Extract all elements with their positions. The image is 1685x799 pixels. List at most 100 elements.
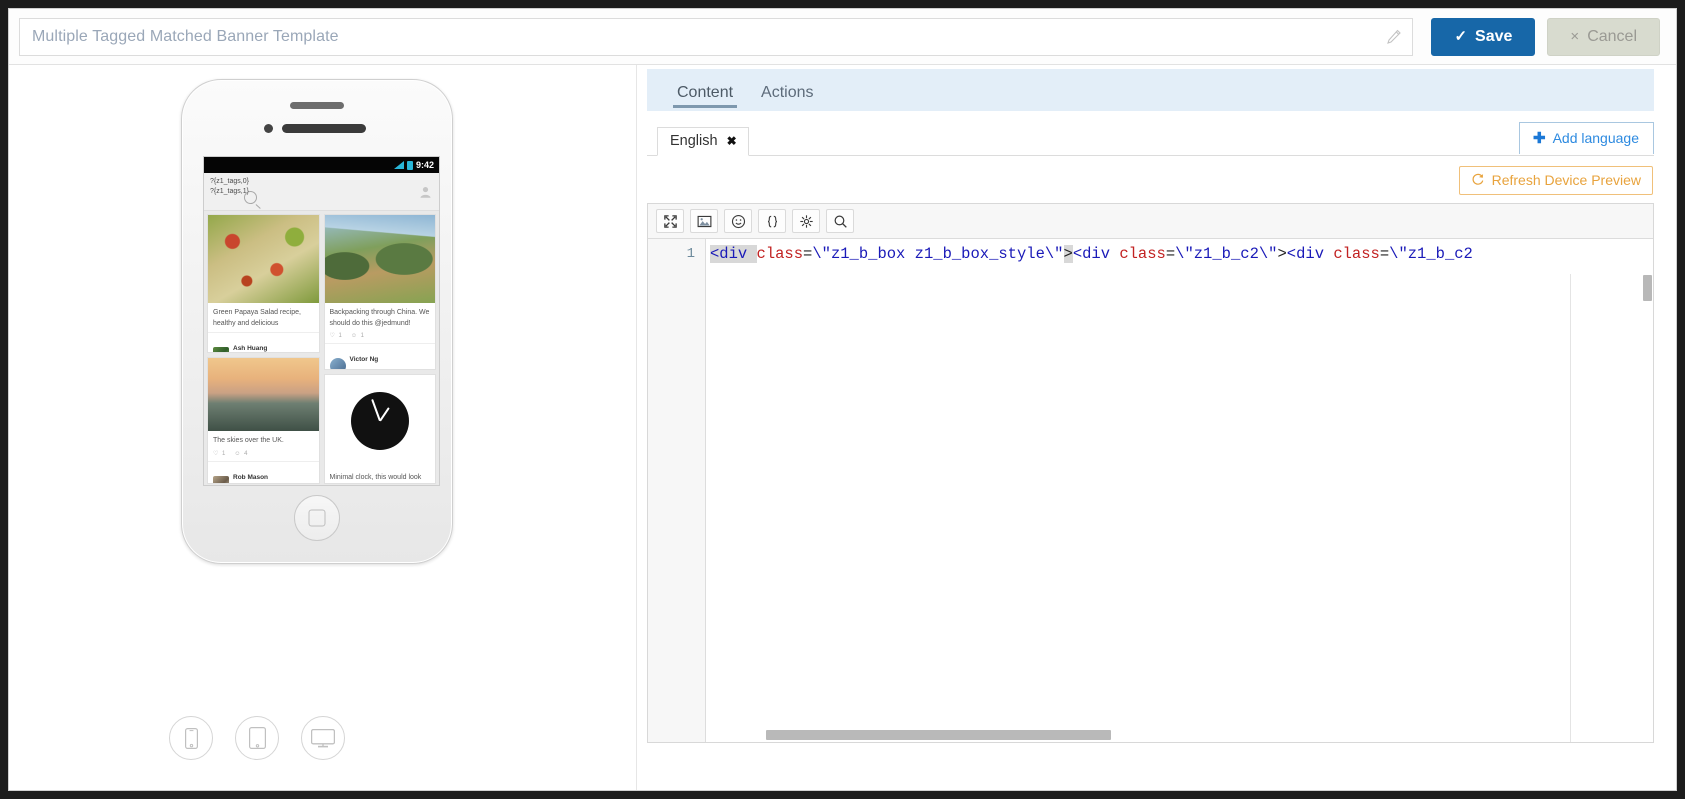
user-name: Ash Huang bbox=[233, 345, 268, 352]
device-toggle-tablet[interactable] bbox=[235, 716, 279, 760]
card-image bbox=[324, 374, 435, 468]
code-token: = bbox=[1379, 245, 1390, 263]
code-token: \"z1_b_box z1_b_box_style\" bbox=[812, 245, 1064, 263]
tab-actions[interactable]: Actions bbox=[747, 84, 827, 111]
insert-emoji-button[interactable] bbox=[724, 209, 752, 233]
tag-line-0: ?{z1_tags,0} bbox=[210, 178, 249, 185]
status-bar: 9:42 bbox=[204, 157, 439, 173]
battery-icon bbox=[406, 160, 413, 170]
code-token: <div bbox=[710, 245, 757, 263]
main-body: 9:42 ?{z1_tags,0} ?{z1_tags,1} Green Pap… bbox=[9, 65, 1676, 790]
user-name: Victor Ng bbox=[349, 356, 379, 363]
status-time: 9:42 bbox=[415, 160, 434, 170]
pencil-icon[interactable] bbox=[1386, 29, 1402, 45]
add-language-button[interactable]: ✚ Add language bbox=[1519, 122, 1654, 154]
card-meta: ♡ 1 ☺ 1 bbox=[329, 333, 366, 339]
line-number-gutter: 1 bbox=[648, 239, 706, 742]
preview-feed: Green Papaya Salad recipe, healthy and d… bbox=[204, 211, 439, 485]
code-token: = bbox=[1165, 245, 1176, 263]
feed-card[interactable]: Backpacking through China. We should do … bbox=[323, 214, 436, 370]
phone-camera-icon bbox=[264, 124, 273, 133]
feed-card[interactable]: The skies over the UK. ♡ 1 ☺ 4 Rob Mason… bbox=[207, 357, 320, 484]
insert-variable-button[interactable] bbox=[758, 209, 786, 233]
code-token: class bbox=[1119, 245, 1166, 263]
refresh-icon bbox=[1471, 172, 1485, 189]
fullscreen-button[interactable] bbox=[656, 209, 684, 233]
close-icon[interactable]: ✖ bbox=[727, 134, 737, 148]
phone-mockup: 9:42 ?{z1_tags,0} ?{z1_tags,1} Green Pap… bbox=[181, 79, 453, 564]
feed-card[interactable]: Minimal clock, this would look great in … bbox=[323, 373, 436, 484]
code-area[interactable]: 1 <div class=\"z1_b_box z1_b_box_style\"… bbox=[648, 239, 1653, 742]
language-tab-row: English ✖ ✚ Add language bbox=[647, 122, 1654, 156]
editor-tabstrip: Content Actions bbox=[647, 69, 1654, 111]
special-button[interactable] bbox=[792, 209, 820, 233]
card-image bbox=[324, 215, 435, 303]
device-preview-pane: 9:42 ?{z1_tags,0} ?{z1_tags,1} Green Pap… bbox=[9, 65, 637, 790]
emoji-icon bbox=[731, 214, 745, 228]
insert-image-button[interactable] bbox=[690, 209, 718, 233]
search-icon bbox=[834, 215, 847, 228]
code-token: = bbox=[803, 245, 813, 263]
save-button[interactable]: ✓ Save bbox=[1431, 17, 1536, 56]
braces-icon bbox=[767, 215, 777, 227]
refresh-device-preview-button[interactable]: Refresh Device Preview bbox=[1458, 165, 1653, 195]
horizontal-scrollbar-thumb[interactable] bbox=[766, 730, 1111, 740]
phone-speaker bbox=[290, 102, 344, 109]
code-token: <div bbox=[1072, 245, 1120, 263]
image-icon bbox=[697, 215, 711, 227]
avatar bbox=[419, 185, 432, 199]
close-icon: × bbox=[1570, 28, 1580, 45]
app-window: Multiple Tagged Matched Banner Template … bbox=[8, 8, 1677, 791]
card-user: Victor Ng All I want to breathe bbox=[324, 343, 435, 369]
template-name-input[interactable]: Multiple Tagged Matched Banner Template bbox=[19, 17, 1414, 56]
code-scroll-area[interactable]: <div class=\"z1_b_box z1_b_box_style\"><… bbox=[706, 239, 1653, 742]
cancel-button[interactable]: × Cancel bbox=[1547, 17, 1660, 56]
save-button-label: Save bbox=[1475, 27, 1513, 45]
tab-content-label: Content bbox=[677, 84, 734, 101]
clock-icon bbox=[350, 392, 409, 451]
horizontal-scrollbar-track[interactable] bbox=[706, 730, 1569, 740]
device-size-toggles bbox=[169, 716, 345, 760]
card-caption: Minimal clock, this would look great in … bbox=[329, 473, 422, 481]
user-avatar bbox=[213, 347, 229, 353]
user-avatar bbox=[213, 475, 229, 484]
device-toggle-desktop[interactable] bbox=[301, 716, 345, 760]
vertical-scrollbar[interactable] bbox=[1643, 275, 1652, 301]
card-user: Ash Huang Future dinners bbox=[208, 332, 319, 353]
card-image bbox=[208, 358, 319, 432]
desktop-icon bbox=[311, 728, 335, 747]
code-token: > bbox=[1277, 245, 1287, 263]
check-icon: ✓ bbox=[1454, 28, 1468, 45]
code-editor: 1 <div class=\"z1_b_box z1_b_box_style\"… bbox=[647, 203, 1654, 743]
add-language-label: Add language bbox=[1552, 130, 1639, 146]
feed-column-right: Backpacking through China. We should do … bbox=[323, 214, 436, 484]
language-tab-english[interactable]: English ✖ bbox=[657, 127, 749, 156]
top-toolbar: Multiple Tagged Matched Banner Template … bbox=[9, 9, 1676, 65]
editor-toolbar bbox=[648, 204, 1653, 239]
find-button[interactable] bbox=[826, 209, 854, 233]
phone-home-button[interactable] bbox=[294, 495, 340, 541]
feed-column-left: Green Papaya Salad recipe, healthy and d… bbox=[207, 214, 320, 484]
refresh-row: Refresh Device Preview bbox=[647, 163, 1654, 197]
editor-margin-guide bbox=[1570, 274, 1571, 742]
phone-screen: 9:42 ?{z1_tags,0} ?{z1_tags,1} Green Pap… bbox=[203, 156, 440, 486]
code-token: class bbox=[1333, 245, 1380, 263]
card-caption: Backpacking through China. We should do … bbox=[329, 309, 430, 327]
tab-actions-label: Actions bbox=[761, 84, 814, 101]
device-toggle-phone[interactable] bbox=[169, 716, 213, 760]
line-number: 1 bbox=[686, 246, 695, 262]
preview-app-header: ?{z1_tags,0} ?{z1_tags,1} bbox=[204, 173, 439, 211]
code-line[interactable]: <div class=\"z1_b_box z1_b_box_style\"><… bbox=[706, 245, 1653, 264]
card-caption: The skies over the UK. bbox=[213, 437, 284, 445]
code-token: \"z1_b_c2\" bbox=[1175, 245, 1278, 263]
content-editor-pane: Content Actions English ✖ ✚ Add language bbox=[637, 65, 1676, 790]
refresh-device-preview-label: Refresh Device Preview bbox=[1491, 172, 1641, 188]
card-image bbox=[208, 215, 319, 303]
tab-content[interactable]: Content bbox=[663, 84, 747, 111]
feed-card[interactable]: Green Papaya Salad recipe, healthy and d… bbox=[207, 214, 320, 354]
card-user: Rob Mason Reminds me of home bbox=[208, 460, 319, 484]
magnifier-cursor-icon bbox=[244, 191, 257, 204]
code-token: <div bbox=[1286, 245, 1334, 263]
code-token: \"z1_b_c2 bbox=[1389, 245, 1473, 263]
template-name-value: Multiple Tagged Matched Banner Template bbox=[32, 27, 339, 45]
